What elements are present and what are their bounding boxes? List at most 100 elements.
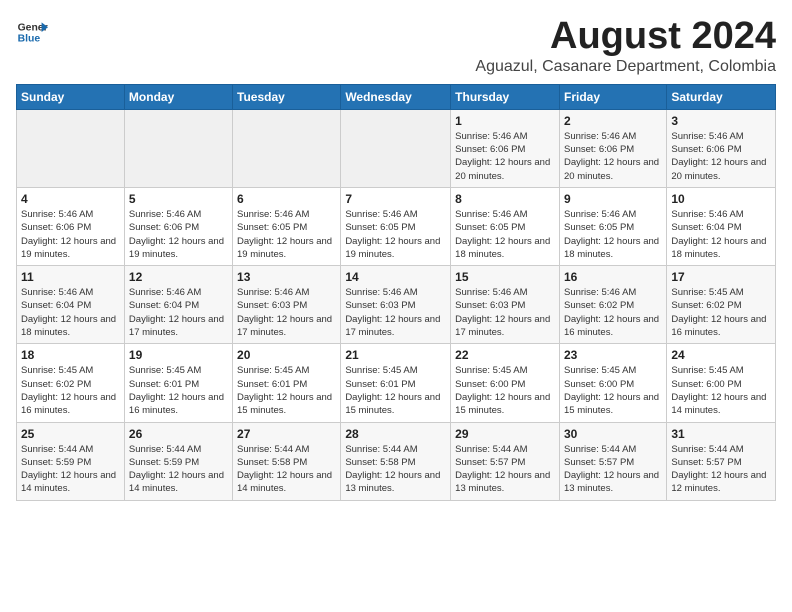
- day-number: 22: [455, 348, 555, 362]
- day-number: 10: [671, 192, 771, 206]
- calendar-week-4: 18Sunrise: 5:45 AM Sunset: 6:02 PM Dayli…: [17, 344, 776, 422]
- day-number: 24: [671, 348, 771, 362]
- calendar-cell: 12 Sunrise: 5:46 AM Sunset: 6:04 PM Dayli…: [124, 266, 232, 344]
- day-info: Sunrise: 5:46 AM Sunset: 6:04 PM Dayligh…: [129, 286, 228, 339]
- day-info: Sunrise: 5:44 AM Sunset: 5:57 PM Dayligh…: [455, 443, 555, 496]
- day-info: Sunrise: 5:46 AM Sunset: 6:06 PM Dayligh…: [455, 130, 555, 183]
- calendar-cell: 7 Sunrise: 5:46 AM Sunset: 6:05 PM Daylig…: [341, 187, 451, 265]
- calendar-cell: 8 Sunrise: 5:46 AM Sunset: 6:05 PM Daylig…: [451, 187, 560, 265]
- day-number: 1: [455, 114, 555, 128]
- day-info: Sunrise: 5:46 AM Sunset: 6:06 PM Dayligh…: [564, 130, 662, 183]
- weekday-header-friday: Friday: [559, 84, 666, 109]
- day-info: Sunrise: 5:44 AM Sunset: 5:59 PM Dayligh…: [21, 443, 120, 496]
- calendar-cell: 3Sunrise: 5:46 AM Sunset: 6:06 PM Daylig…: [667, 109, 776, 187]
- calendar-header: SundayMondayTuesdayWednesdayThursdayFrid…: [17, 84, 776, 109]
- day-info: Sunrise: 5:45 AM Sunset: 6:01 PM Dayligh…: [345, 364, 446, 417]
- calendar-cell: 24 Sunrise: 5:45 AM Sunset: 6:00 PM Dayli…: [667, 344, 776, 422]
- calendar-week-5: 25 Sunrise: 5:44 AM Sunset: 5:59 PM Dayli…: [17, 422, 776, 500]
- svg-text:Blue: Blue: [18, 34, 41, 45]
- calendar-cell: [124, 109, 232, 187]
- day-info: Sunrise: 5:46 AM Sunset: 6:03 PM Dayligh…: [455, 286, 555, 339]
- day-number: 15: [455, 270, 555, 284]
- day-info: Sunrise: 5:45 AM Sunset: 6:02 PM Dayligh…: [671, 286, 771, 339]
- day-number: 6: [237, 192, 336, 206]
- calendar-cell: 10Sunrise: 5:46 AM Sunset: 6:04 PM Dayli…: [667, 187, 776, 265]
- day-number: 11: [21, 270, 120, 284]
- day-info: Sunrise: 5:44 AM Sunset: 5:58 PM Dayligh…: [237, 443, 336, 496]
- calendar-cell: 31Sunrise: 5:44 AM Sunset: 5:57 PM Dayli…: [667, 422, 776, 500]
- day-info: Sunrise: 5:46 AM Sunset: 6:05 PM Dayligh…: [345, 208, 446, 261]
- weekday-header-saturday: Saturday: [667, 84, 776, 109]
- day-info: Sunrise: 5:44 AM Sunset: 5:57 PM Dayligh…: [564, 443, 662, 496]
- logo: General Blue: [16, 16, 48, 48]
- calendar-cell: 26 Sunrise: 5:44 AM Sunset: 5:59 PM Dayli…: [124, 422, 232, 500]
- day-number: 13: [237, 270, 336, 284]
- calendar-cell: 13 Sunrise: 5:46 AM Sunset: 6:03 PM Dayli…: [233, 266, 341, 344]
- day-info: Sunrise: 5:45 AM Sunset: 6:01 PM Dayligh…: [129, 364, 228, 417]
- day-number: 16: [564, 270, 662, 284]
- location-title: Aguazul, Casanare Department, Colombia: [475, 58, 776, 76]
- day-number: 8: [455, 192, 555, 206]
- calendar-cell: 17 Sunrise: 5:45 AM Sunset: 6:02 PM Dayli…: [667, 266, 776, 344]
- day-info: Sunrise: 5:44 AM Sunset: 5:58 PM Dayligh…: [345, 443, 446, 496]
- day-info: Sunrise: 5:45 AM Sunset: 6:00 PM Dayligh…: [455, 364, 555, 417]
- calendar-cell: 21Sunrise: 5:45 AM Sunset: 6:01 PM Dayli…: [341, 344, 451, 422]
- day-info: Sunrise: 5:45 AM Sunset: 6:00 PM Dayligh…: [671, 364, 771, 417]
- day-info: Sunrise: 5:46 AM Sunset: 6:06 PM Dayligh…: [129, 208, 228, 261]
- calendar-cell: [341, 109, 451, 187]
- calendar-week-1: 1 Sunrise: 5:46 AM Sunset: 6:06 PM Daylig…: [17, 109, 776, 187]
- month-title: August 2024: [475, 16, 776, 58]
- weekday-header-row: SundayMondayTuesdayWednesdayThursdayFrid…: [17, 84, 776, 109]
- calendar-cell: 5 Sunrise: 5:46 AM Sunset: 6:06 PM Daylig…: [124, 187, 232, 265]
- day-number: 30: [564, 427, 662, 441]
- day-info: Sunrise: 5:46 AM Sunset: 6:03 PM Dayligh…: [237, 286, 336, 339]
- calendar-cell: 18Sunrise: 5:45 AM Sunset: 6:02 PM Dayli…: [17, 344, 125, 422]
- calendar-cell: 11 Sunrise: 5:46 AM Sunset: 6:04 PM Dayli…: [17, 266, 125, 344]
- calendar-table: SundayMondayTuesdayWednesdayThursdayFrid…: [16, 84, 776, 501]
- title-area: August 2024 Aguazul, Casanare Department…: [475, 16, 776, 76]
- weekday-header-sunday: Sunday: [17, 84, 125, 109]
- day-number: 12: [129, 270, 228, 284]
- day-info: Sunrise: 5:46 AM Sunset: 6:05 PM Dayligh…: [237, 208, 336, 261]
- day-info: Sunrise: 5:46 AM Sunset: 6:05 PM Dayligh…: [564, 208, 662, 261]
- logo-icon: General Blue: [16, 16, 48, 48]
- calendar-cell: 23 Sunrise: 5:45 AM Sunset: 6:00 PM Dayli…: [559, 344, 666, 422]
- day-info: Sunrise: 5:46 AM Sunset: 6:04 PM Dayligh…: [21, 286, 120, 339]
- day-number: 17: [671, 270, 771, 284]
- day-number: 25: [21, 427, 120, 441]
- calendar-cell: 22 Sunrise: 5:45 AM Sunset: 6:00 PM Dayli…: [451, 344, 560, 422]
- calendar-cell: 1 Sunrise: 5:46 AM Sunset: 6:06 PM Daylig…: [451, 109, 560, 187]
- calendar-cell: 25 Sunrise: 5:44 AM Sunset: 5:59 PM Dayli…: [17, 422, 125, 500]
- calendar-cell: 29Sunrise: 5:44 AM Sunset: 5:57 PM Dayli…: [451, 422, 560, 500]
- day-number: 7: [345, 192, 446, 206]
- calendar-cell: 4Sunrise: 5:46 AM Sunset: 6:06 PM Daylig…: [17, 187, 125, 265]
- calendar-cell: [233, 109, 341, 187]
- calendar-cell: 30 Sunrise: 5:44 AM Sunset: 5:57 PM Dayli…: [559, 422, 666, 500]
- day-info: Sunrise: 5:44 AM Sunset: 5:59 PM Dayligh…: [129, 443, 228, 496]
- calendar-cell: 2 Sunrise: 5:46 AM Sunset: 6:06 PM Daylig…: [559, 109, 666, 187]
- day-number: 5: [129, 192, 228, 206]
- calendar-week-3: 11 Sunrise: 5:46 AM Sunset: 6:04 PM Dayli…: [17, 266, 776, 344]
- day-info: Sunrise: 5:46 AM Sunset: 6:05 PM Dayligh…: [455, 208, 555, 261]
- weekday-header-monday: Monday: [124, 84, 232, 109]
- day-number: 4: [21, 192, 120, 206]
- calendar-cell: 9Sunrise: 5:46 AM Sunset: 6:05 PM Daylig…: [559, 187, 666, 265]
- day-number: 31: [671, 427, 771, 441]
- day-number: 27: [237, 427, 336, 441]
- calendar-cell: [17, 109, 125, 187]
- calendar-cell: 16 Sunrise: 5:46 AM Sunset: 6:02 PM Dayli…: [559, 266, 666, 344]
- day-number: 19: [129, 348, 228, 362]
- calendar-cell: 28Sunrise: 5:44 AM Sunset: 5:58 PM Dayli…: [341, 422, 451, 500]
- day-info: Sunrise: 5:46 AM Sunset: 6:06 PM Dayligh…: [671, 130, 771, 183]
- day-info: Sunrise: 5:46 AM Sunset: 6:02 PM Dayligh…: [564, 286, 662, 339]
- day-number: 23: [564, 348, 662, 362]
- day-number: 2: [564, 114, 662, 128]
- calendar-cell: 19 Sunrise: 5:45 AM Sunset: 6:01 PM Dayli…: [124, 344, 232, 422]
- calendar-cell: 6 Sunrise: 5:46 AM Sunset: 6:05 PM Daylig…: [233, 187, 341, 265]
- day-info: Sunrise: 5:45 AM Sunset: 6:00 PM Dayligh…: [564, 364, 662, 417]
- weekday-header-tuesday: Tuesday: [233, 84, 341, 109]
- calendar-week-2: 4 Sunrise: 5:46 AM Sunset: 6:06 PM Daylig…: [17, 187, 776, 265]
- weekday-header-thursday: Thursday: [451, 84, 560, 109]
- day-number: 26: [129, 427, 228, 441]
- day-info: Sunrise: 5:45 AM Sunset: 6:02 PM Dayligh…: [21, 364, 120, 417]
